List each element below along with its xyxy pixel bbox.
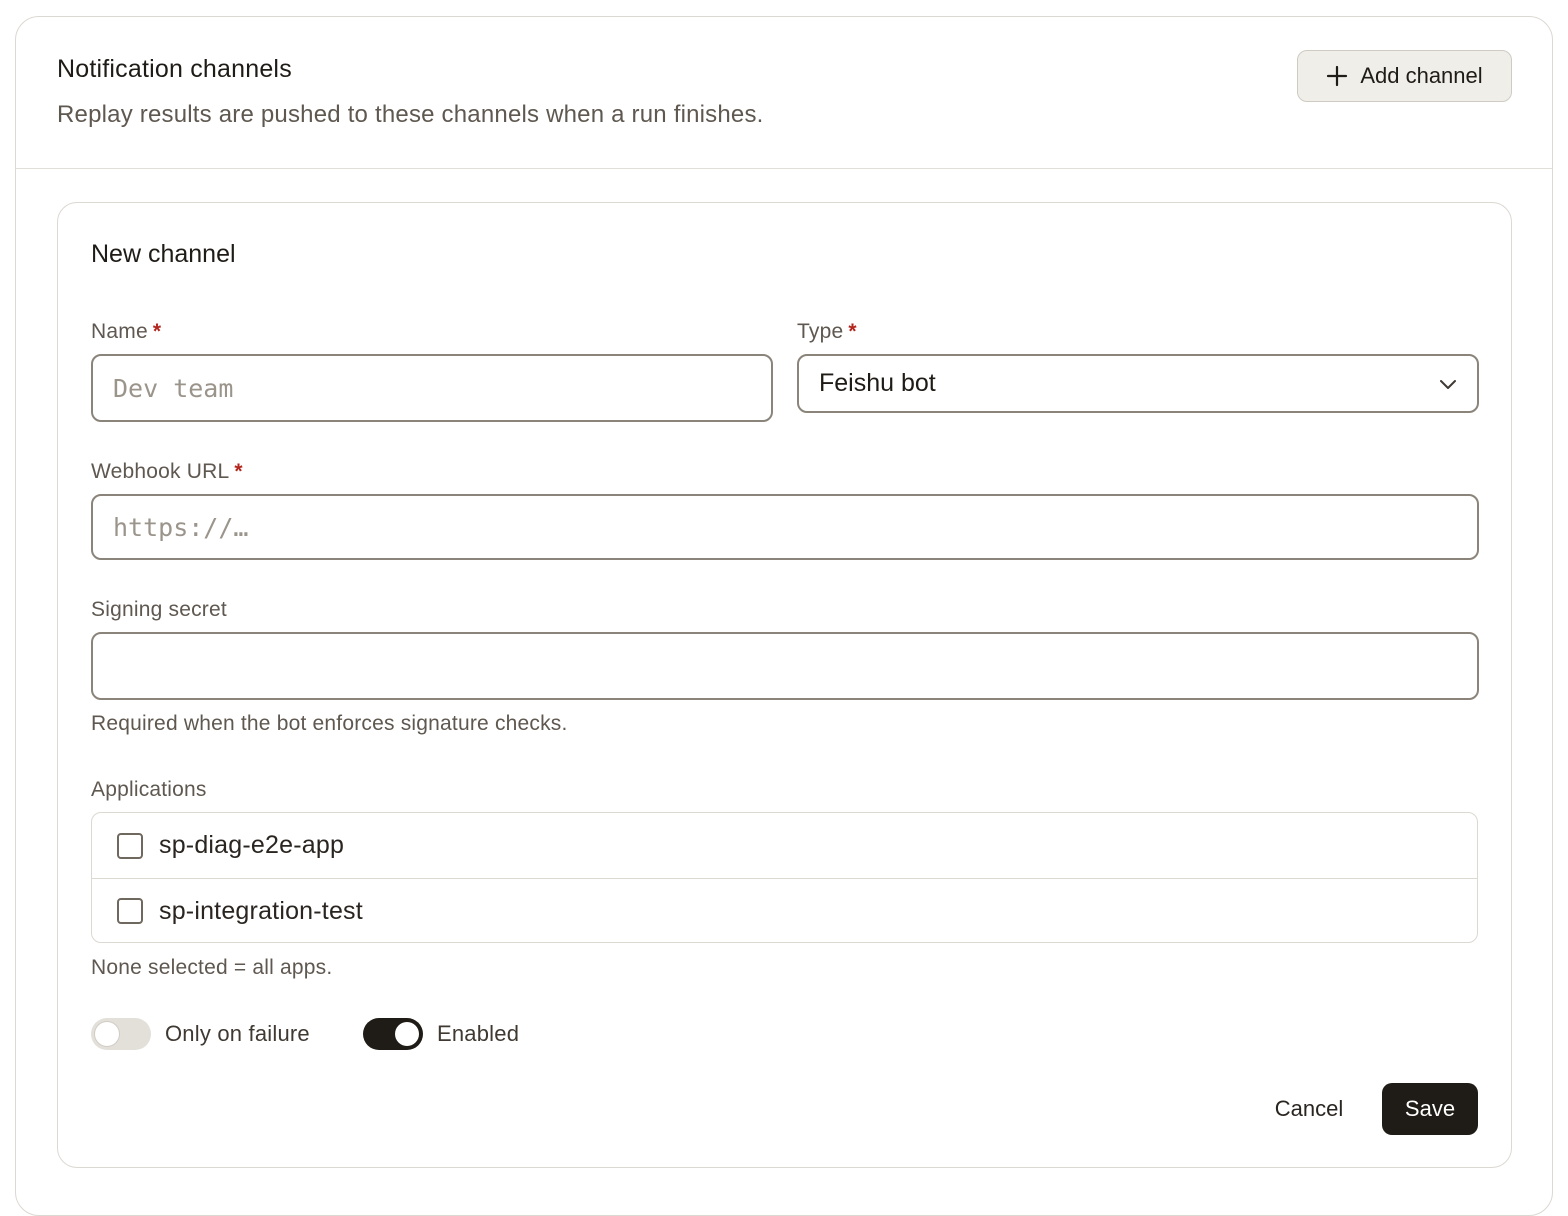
enabled-label: Enabled — [437, 1021, 520, 1046]
enabled-toggle[interactable] — [363, 1018, 423, 1050]
signing-secret-hint: Required when the bot enforces signature… — [91, 712, 568, 735]
required-marker: * — [234, 460, 243, 483]
applications-list: sp-diag-e2e-app sp-integration-test — [91, 812, 1478, 943]
page-title: Notification channels — [57, 55, 292, 83]
signing-secret-input[interactable] — [91, 632, 1479, 700]
only-on-failure-label: Only on failure — [165, 1021, 310, 1046]
name-input[interactable] — [91, 354, 773, 422]
chevron-down-icon — [1440, 379, 1456, 389]
application-name: sp-integration-test — [159, 896, 363, 925]
type-label-text: Type — [797, 320, 844, 343]
form-title: New channel — [91, 240, 236, 268]
panel-header: Notification channels Replay results are… — [16, 17, 1552, 169]
toggle-knob — [95, 1022, 119, 1046]
type-label: Type * — [797, 320, 857, 344]
type-select-value: Feishu bot — [819, 369, 936, 397]
cancel-button[interactable]: Cancel — [1254, 1083, 1364, 1135]
application-item[interactable]: sp-diag-e2e-app — [92, 813, 1477, 878]
webhook-label-text: Webhook URL — [91, 460, 230, 483]
name-label-text: Name — [91, 320, 148, 343]
save-button[interactable]: Save — [1382, 1083, 1478, 1135]
signing-secret-label: Signing secret — [91, 598, 227, 621]
plus-icon — [1327, 65, 1348, 87]
only-on-failure-toggle-group[interactable]: Only on failure — [91, 1018, 310, 1050]
webhook-label: Webhook URL * — [91, 460, 243, 484]
toggle-knob — [395, 1022, 419, 1046]
required-marker: * — [152, 320, 162, 343]
new-channel-form: New channel Name* Type* Feishu bot Webho… — [57, 202, 1512, 1168]
add-channel-button[interactable]: Add channel — [1297, 50, 1512, 102]
application-checkbox[interactable] — [117, 832, 143, 859]
application-checkbox[interactable] — [117, 898, 143, 924]
notification-channels-panel: Notification channels Replay results are… — [15, 16, 1553, 1216]
page-subtitle: Replay results are pushed to these chann… — [57, 101, 764, 128]
applications-label: Applications — [91, 778, 207, 801]
webhook-url-input[interactable] — [91, 494, 1479, 560]
add-channel-label: Add channel — [1360, 63, 1483, 88]
applications-hint: None selected = all apps. — [91, 956, 333, 979]
enabled-toggle-group[interactable]: Enabled — [363, 1018, 519, 1050]
name-label: Name * — [91, 320, 161, 344]
required-marker: * — [848, 320, 857, 343]
application-name: sp-diag-e2e-app — [159, 831, 345, 859]
application-item[interactable]: sp-integration-test — [92, 878, 1477, 942]
type-select[interactable]: Feishu bot — [797, 354, 1479, 413]
only-on-failure-toggle[interactable] — [91, 1018, 151, 1050]
